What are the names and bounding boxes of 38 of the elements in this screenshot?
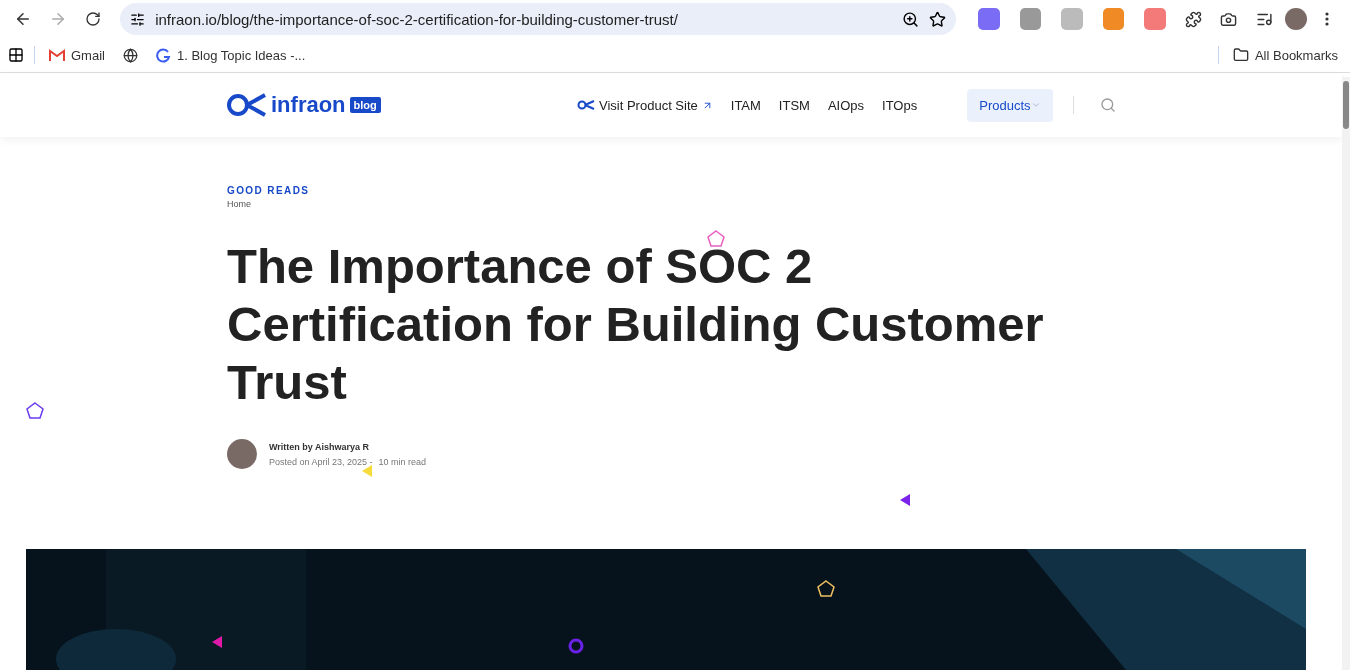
gmail-icon	[49, 49, 65, 61]
search-icon[interactable]	[1099, 97, 1116, 113]
menu-icon	[1325, 12, 1330, 26]
reload-icon	[85, 11, 102, 27]
bookmark-star-icon[interactable]	[929, 10, 947, 28]
bookmark-item[interactable]: Gmail	[45, 45, 109, 65]
g-icon	[155, 47, 171, 63]
read-time: 10 min read	[378, 456, 427, 467]
url-text: infraon.io/blog/the-importance-of-soc-2-certification-for-building-customer-trust/	[155, 10, 679, 28]
scrollbar[interactable]	[1342, 77, 1350, 670]
puzzle-icon	[1185, 10, 1203, 28]
apps-icon[interactable]	[8, 47, 24, 63]
products-dropdown[interactable]: Products	[967, 88, 1053, 122]
site-logo[interactable]: infraon	[271, 92, 346, 118]
nav-link[interactable]: Visit Product Site	[577, 97, 713, 113]
nav-link[interactable]: AIOps	[827, 97, 865, 113]
profile-avatar[interactable]	[1285, 8, 1307, 30]
folder-icon	[1232, 47, 1249, 63]
category-label[interactable]: GOOD READS	[227, 185, 310, 196]
zoom-icon[interactable]	[902, 10, 920, 28]
camera-icon	[1220, 10, 1238, 28]
author-avatar	[227, 439, 257, 469]
blog-badge: blog	[349, 97, 381, 113]
author-name: Written by Aishwarya R	[269, 441, 371, 452]
all-bookmarks-button[interactable]: All Bookmarks	[1228, 45, 1342, 65]
logo-icon	[577, 100, 595, 110]
breadcrumb-link[interactable]: Home	[227, 199, 251, 209]
logo-icon	[227, 93, 267, 117]
nav-link[interactable]: ITOps	[882, 97, 918, 113]
bookmark-item[interactable]: 1. Blog Topic Ideas -...	[151, 45, 310, 65]
nav-link[interactable]: ITAM	[730, 97, 761, 113]
nav-link[interactable]: ITSM	[778, 97, 810, 113]
address-bar[interactable]: infraon.io/blog/the-importance-of-soc-2-certification-for-building-customer-trust/	[120, 3, 957, 35]
article-title: The Importance of SOC 2 Certification for Building Customer Trust	[227, 238, 1045, 411]
chevron-down-icon	[1030, 100, 1041, 110]
globe-icon	[122, 47, 138, 63]
site-info-icon[interactable]	[130, 11, 146, 27]
post-date: Posted on April 23, 2025 -	[269, 456, 373, 467]
